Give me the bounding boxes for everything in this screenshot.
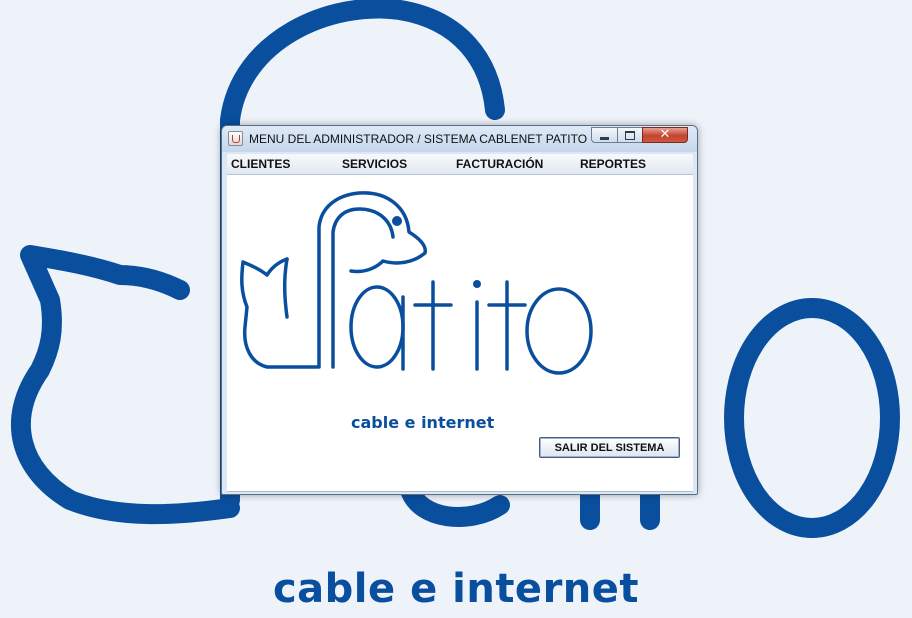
- window-title: MENU DEL ADMINISTRADOR / SISTEMA CABLENE…: [249, 132, 588, 146]
- content-tagline: cable e internet: [351, 413, 495, 432]
- close-icon: ✕: [659, 127, 671, 142]
- background-tagline: cable e internet: [272, 566, 640, 612]
- maximize-button[interactable]: [617, 127, 643, 143]
- minimize-icon: [600, 136, 609, 140]
- window-titlebar[interactable]: MENU DEL ADMINISTRADOR / SISTEMA CABLENE…: [222, 126, 697, 152]
- menu-facturacion[interactable]: FACTURACIÓN: [456, 157, 543, 171]
- menu-clientes[interactable]: CLIENTES: [231, 157, 290, 171]
- menu-reportes[interactable]: REPORTES: [580, 157, 646, 171]
- admin-menu-window: MENU DEL ADMINISTRADOR / SISTEMA CABLENE…: [221, 125, 698, 495]
- window-content: cable e internet SALIR DEL SISTEMA: [227, 175, 693, 492]
- patito-duck-cat-logo: [240, 191, 593, 375]
- menu-servicios[interactable]: SERVICIOS: [342, 157, 407, 171]
- java-app-icon[interactable]: [228, 131, 243, 146]
- menu-bar: CLIENTES SERVICIOS FACTURACIÓN REPORTES: [227, 154, 693, 175]
- close-button[interactable]: ✕: [642, 127, 688, 143]
- exit-system-button[interactable]: SALIR DEL SISTEMA: [539, 437, 680, 458]
- minimize-button[interactable]: [591, 127, 618, 143]
- maximize-icon: [625, 130, 635, 140]
